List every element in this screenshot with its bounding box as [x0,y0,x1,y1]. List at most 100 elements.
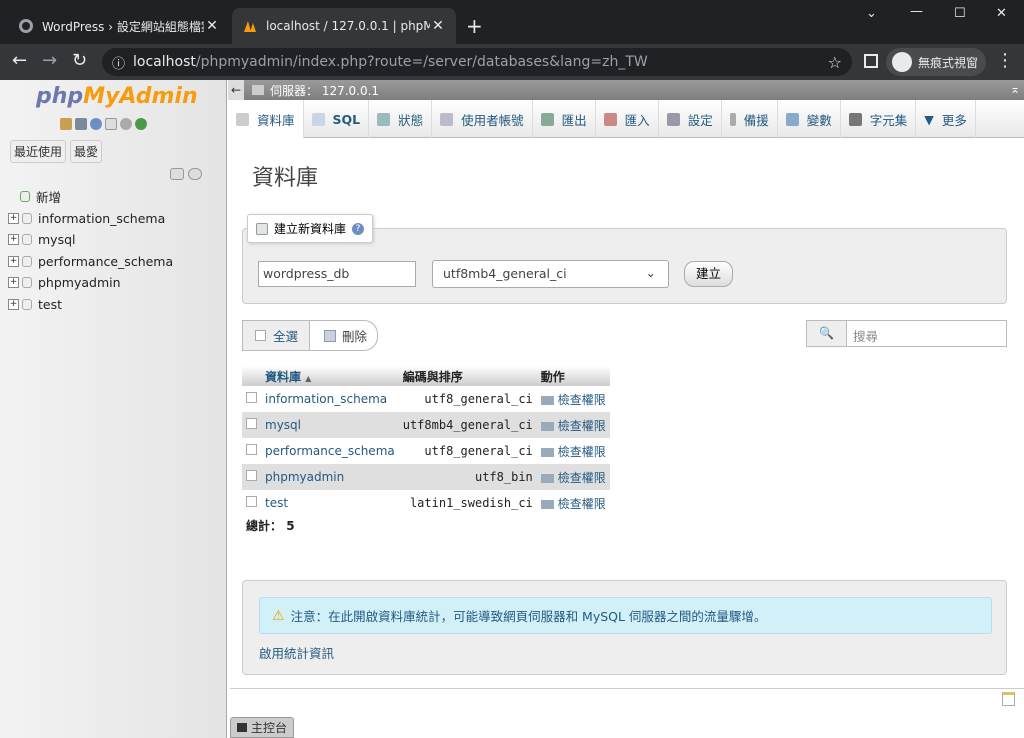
bookmark-star-icon[interactable]: ☆ [828,53,842,72]
info-icon[interactable]: ⓘ [112,53,125,72]
close-window-button[interactable]: ✕ [996,6,1007,21]
collation-cell: utf8_general_ci [398,386,537,412]
link-icon[interactable] [188,168,202,180]
tree-item-new[interactable]: 新增 [8,186,173,208]
new-tab-button[interactable]: + [466,14,483,38]
tab-export[interactable]: 匯出 [533,100,596,138]
check-privileges-link[interactable]: 檢查權限 [536,438,610,464]
expand-icon[interactable]: + [8,277,19,289]
select-all-checkbox[interactable]: 全選 [243,321,309,350]
tab-replication[interactable]: 備援 [722,100,778,138]
database-name-link[interactable]: performance_schema [261,438,399,464]
expand-icon[interactable]: + [8,234,19,246]
database-name-link[interactable]: information_schema [261,386,399,412]
console-icon [237,723,247,732]
recent-button[interactable]: 最近使用 [10,140,67,163]
browser-tab-phpmyadmin[interactable]: localhost / 127.0.0.1 | phpMyA ✕ [232,8,456,44]
privileges-icon [540,395,554,405]
incognito-icon [892,52,912,72]
menu-kebab-icon[interactable]: ⋮ [996,50,1014,71]
expand-icon[interactable]: + [8,298,19,310]
bulk-action-bar: 全選 刪除 [242,320,378,351]
incognito-badge[interactable]: 無痕式視窗 [886,48,986,76]
tab-import[interactable]: 匯入 [596,100,659,138]
row-checkbox[interactable] [246,496,257,507]
logout-icon[interactable] [75,118,87,130]
minimize-button[interactable]: — [910,4,923,19]
database-name-link[interactable]: mysql [261,412,399,438]
variables-icon [785,112,799,126]
help-icon[interactable] [90,118,102,130]
browser-tab-wordpress[interactable]: WordPress › 設定網站組態檔案 ✕ [8,8,230,44]
tab-title: localhost / 127.0.0.1 | phpMyA [266,19,430,33]
tab-charsets[interactable]: 字元集 [841,100,917,138]
header-database[interactable]: 資料庫 ▲ [261,366,399,386]
table-row: mysql utf8mb4_general_ci 檢查權限 [242,412,610,438]
expand-icon[interactable]: + [8,255,19,267]
privileges-icon [540,499,554,509]
replication-icon [729,112,736,126]
check-privileges-link[interactable]: 檢查權限 [536,386,610,412]
tree-item-performance-schema[interactable]: + performance_schema [8,251,173,273]
search-input[interactable]: 搜尋 [847,321,884,346]
help-icon[interactable]: ? [352,222,365,235]
server-label[interactable]: 伺服器： 127.0.0.1 [270,82,379,99]
forward-arrow-icon[interactable]: → [42,50,57,71]
row-checkbox[interactable] [246,444,257,455]
tree-item-information-schema[interactable]: + information_schema [8,208,173,230]
database-icon [22,234,32,246]
tree-item-test[interactable]: + test [8,294,173,316]
tab-more[interactable]: ▼ 更多 [916,100,976,138]
database-icon [22,277,32,289]
docs-icon[interactable] [105,118,117,130]
main-tabs: 資料庫 SQL 狀態 使用者帳號 匯出 匯入 設定 備援 變數 字元集 ▼ 更多 [228,100,1024,138]
tree-item-phpmyadmin[interactable]: + phpmyadmin [8,272,173,294]
phpmyadmin-logo[interactable]: phpMyAdmin [36,84,198,109]
database-name-input[interactable]: wordpress_db [258,261,416,287]
collapse-nav-arrow-icon[interactable]: ← [228,80,244,100]
collapse-all-icon[interactable] [170,168,184,180]
tab-databases[interactable]: 資料庫 [228,100,304,138]
tab-settings[interactable]: 設定 [659,100,722,138]
database-name-link[interactable]: test [261,490,399,516]
console-tab[interactable]: 主控台 [230,717,294,738]
check-privileges-link[interactable]: 檢查權限 [536,412,610,438]
check-privileges-link[interactable]: 檢查權限 [536,464,610,490]
tree-item-label: mysql [38,232,76,248]
reload-icon[interactable]: ↻ [72,50,87,71]
close-icon[interactable]: ✕ [204,18,220,34]
row-checkbox[interactable] [246,392,257,403]
side-panel-icon[interactable] [864,54,878,68]
maximize-button[interactable]: ☐ [954,6,966,21]
tab-search-icon[interactable]: ⌄ [866,6,877,21]
tab-user-accounts[interactable]: 使用者帳號 [432,100,533,138]
back-arrow-icon[interactable]: ← [12,50,27,71]
row-checkbox[interactable] [246,470,257,481]
privileges-icon [540,473,554,483]
settings-gear-icon[interactable] [120,118,132,130]
home-icon[interactable] [60,118,72,130]
enable-statistics-link[interactable]: 啟用統計資訊 [259,643,334,662]
server-breadcrumb: ← 伺服器： 127.0.0.1 ⌅ [228,80,1024,100]
status-icon [377,112,391,126]
expand-icon[interactable]: + [8,212,19,224]
wordpress-icon [18,18,34,34]
scroll-top-icon[interactable]: ⌅ [1010,82,1020,96]
tab-status[interactable]: 狀態 [369,100,433,138]
tab-sql[interactable]: SQL [304,100,370,138]
delete-button[interactable]: 刪除 [309,321,377,350]
tab-variables[interactable]: 變數 [778,100,841,138]
create-button[interactable]: 建立 [684,261,733,287]
row-checkbox[interactable] [246,418,257,429]
page-settings-icon[interactable] [1002,692,1015,706]
recent-favorite-buttons: 最近使用 最愛 [10,140,103,163]
tree-item-mysql[interactable]: + mysql [8,229,173,251]
favorite-button[interactable]: 最愛 [70,140,103,163]
close-icon[interactable]: ✕ [430,18,446,34]
reload-nav-icon[interactable] [135,118,147,130]
check-privileges-link[interactable]: 檢查權限 [536,490,610,516]
collation-select[interactable]: utf8mb4_general_ci ⌄ [432,260,669,288]
address-bar[interactable]: ⓘ localhost/phpmyadmin/index.php?route=/… [102,48,852,76]
database-name-link[interactable]: phpmyadmin [261,464,399,490]
search-box[interactable]: 🔍 搜尋 [806,320,1007,347]
